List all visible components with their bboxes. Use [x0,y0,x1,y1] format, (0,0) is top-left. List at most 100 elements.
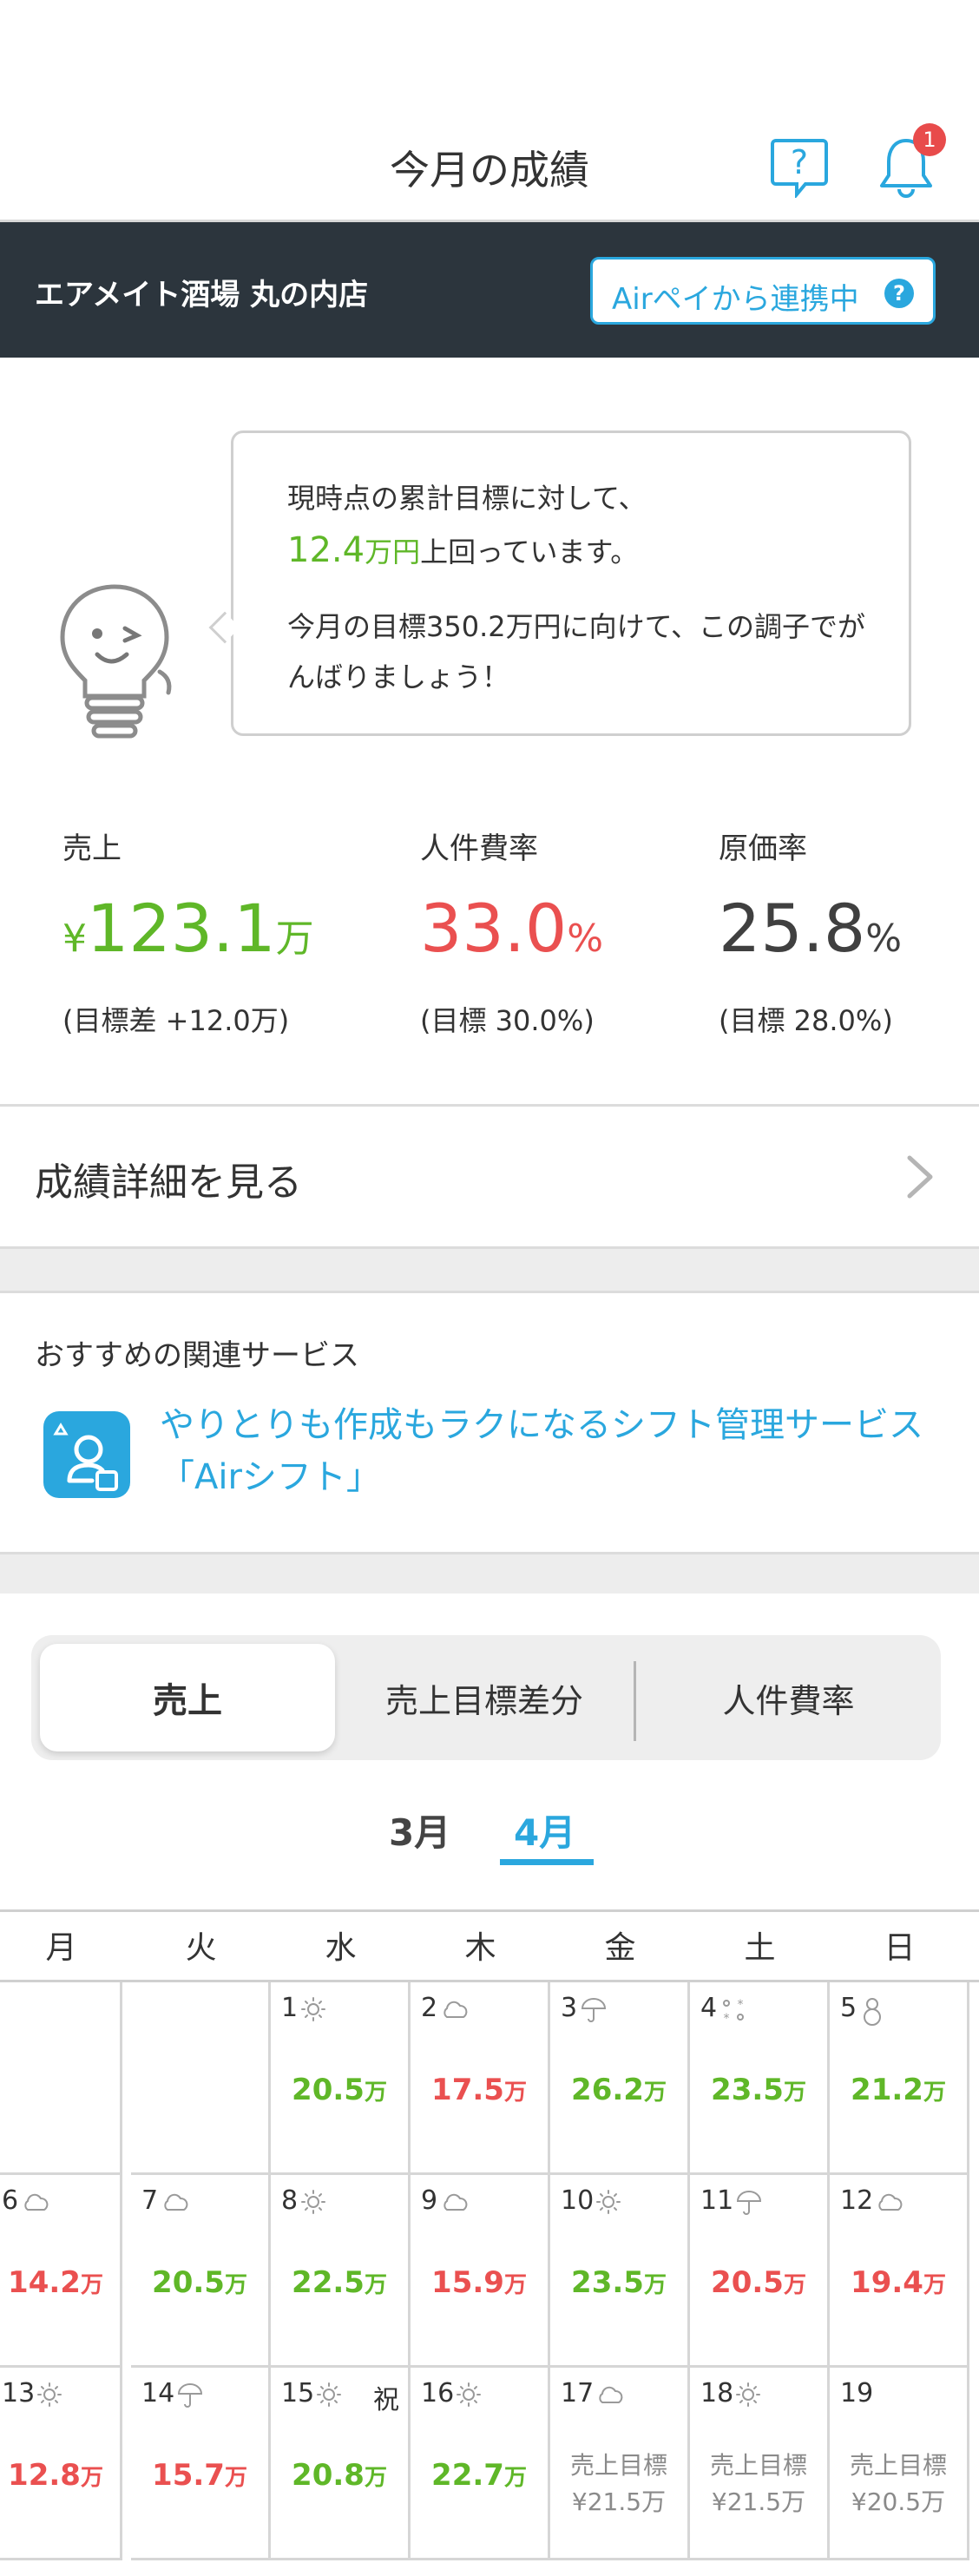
cloudy-weather-icon [875,2189,903,2215]
cost-rate-unit: % [865,917,903,961]
calendar-day-cell[interactable]: 8 22.5万 [271,2175,411,2368]
calendar-day-cell[interactable]: 13 12.8万 [0,2368,122,2560]
calendar-day-cell[interactable]: 16 22.7万 [411,2368,550,2560]
month-tab-march[interactable]: 3月 [389,1804,450,1856]
segment-labor-cost[interactable]: 人件費率 [636,1635,941,1760]
svg-text:?: ? [791,143,808,181]
lightbulb-mascot-icon [54,582,175,746]
daily-sales-unit: 万 [503,2272,527,2298]
calendar-day-cell[interactable]: 14 15.7万 [131,2368,271,2560]
cost-rate-label: 原価率 [719,831,807,866]
calendar-day-cell[interactable]: 5 21.2万 [830,1982,969,2175]
daily-sales-number: 17.5 [431,2073,504,2107]
segment-sales[interactable]: 売上 [40,1644,335,1751]
daily-sales-unit: 万 [224,2465,247,2491]
daily-sales-number: 19.4 [851,2265,923,2300]
daily-sales-value: 26.2万 [550,2073,687,2107]
calendar-day-cell[interactable]: 7 20.5万 [131,2175,271,2368]
daily-sales-number: 22.5 [292,2265,365,2300]
daily-sales-unit: 万 [364,2465,387,2491]
calendar-day-cell[interactable]: 10 23.5万 [550,2175,690,2368]
segment-sales-target-diff[interactable]: 売上目標差分 [335,1635,634,1760]
daily-sales-value: 20.5万 [131,2265,268,2300]
sales-target-diff: (目標差 +12.0万) [62,1004,290,1037]
daily-sales-value: 22.5万 [271,2265,408,2300]
calendar-day-number: 10 [561,2185,595,2216]
daily-sales-value: 20.5万 [690,2265,827,2300]
daily-sales-number: 20.8 [292,2458,365,2493]
daily-sales-unit: 万 [80,2465,103,2491]
calendar-day-cell[interactable]: 19 売上目標 ¥20.5万 [830,2368,969,2560]
calendar-day-cell[interactable]: 4 * * 23.5万 [690,1982,830,2175]
calendar-day-cell[interactable]: 6 14.2万 [0,2175,122,2368]
calendar-weekday-header: 月 火 水 木 金 土 日 [0,1909,979,1982]
daily-target-label: 売上目標 [849,2451,947,2480]
daily-sales-number: 20.5 [292,2073,365,2107]
sunny-weather-icon [595,2189,621,2215]
labor-cost-metric: 人件費率 33.0% (目標 30.0%) [420,825,603,1039]
question-icon: ? [884,279,914,308]
calendar-day-cell[interactable]: 17 売上目標 ¥21.5万 [550,2368,690,2560]
help-icon[interactable]: ? [771,137,828,200]
cost-rate-number: 25.8 [719,890,866,967]
section-separator [0,1246,979,1293]
calendar-day-cell[interactable]: 11 20.5万 [690,2175,830,2368]
calendar-day-cell[interactable]: 3 26.2万 [550,1982,690,2175]
sunny-weather-icon [316,2382,342,2408]
calendar-day-cell[interactable]: 15 祝 20.8万 [271,2368,411,2560]
recommended-services-title: おすすめの関連サービス [35,1338,359,1373]
airshift-link[interactable]: やりとりも作成もラクになるシフト管理サービス「Airシフト」 [160,1399,949,1503]
daily-sales-unit: 万 [224,2272,247,2298]
weekday-sun: 日 [884,1930,916,1966]
labor-cost-label: 人件費率 [420,831,538,866]
daily-sales-unit: 万 [643,2080,667,2106]
calendar-day-cell[interactable]: 18 売上目標 ¥21.5万 [690,2368,830,2560]
weekday-thu: 木 [464,1930,496,1966]
rain-weather-icon [580,1996,607,2022]
daily-sales-number: 15.7 [152,2458,225,2493]
calendar-day-number: 4 [700,1993,718,2023]
store-name: エアメイト酒場 丸の内店 [35,278,369,312]
message-line-3: 今月の目標350.2万円に向けて、この調子でがんばりましょう！ [287,610,866,693]
airpay-link-button[interactable]: Airペイから連携中 ? [590,257,936,325]
daily-sales-value: 20.5万 [271,2073,408,2107]
daily-sales-number: 12.8 [8,2458,81,2493]
calendar-day-number: 12 [840,2185,874,2216]
shift-app-icon[interactable] [43,1411,130,1498]
sales-number: 123.1 [87,890,276,967]
chevron-right-icon [901,1154,939,1199]
calendar-day-cell[interactable]: 1 20.5万 [271,1982,411,2175]
cloudy-weather-icon [161,2189,188,2215]
calendar-day-number: 5 [840,1993,857,2023]
daily-sales-number: 20.5 [152,2265,225,2300]
results-detail-label: 成績詳細を見る [35,1160,302,1205]
calendar-day-cell[interactable]: 2 17.5万 [411,1982,550,2175]
daily-sales-number: 20.5 [711,2265,784,2300]
calendar-day-number: 18 [700,2378,734,2408]
daily-sales-unit: 万 [503,2080,527,2106]
daily-sales-unit: 万 [923,2272,946,2298]
section-separator [0,1552,979,1594]
month-tab-april[interactable]: 4月 [514,1804,575,1856]
weekday-tue: 火 [185,1930,217,1966]
calendar-day-cell[interactable]: 12 19.4万 [830,2175,969,2368]
airpay-link-label: Airペイから連携中 [612,282,859,317]
message-line-1: 現時点の累計目標に対して、 [287,482,647,515]
calendar-day-cell[interactable]: 9 15.9万 [411,2175,550,2368]
labor-cost-unit: % [567,917,604,961]
daily-sales-value: 23.5万 [690,2073,827,2107]
daily-sales-number: 15.9 [431,2265,504,2300]
sales-label: 売上 [62,831,122,866]
calendar-day-number: 2 [421,1993,438,2023]
calendar-day-number: 17 [561,2378,595,2408]
calendar-day-number: 13 [2,2378,36,2408]
calendar-day-number: 1 [281,1993,299,2023]
labor-cost-target: (目標 30.0%) [420,1004,595,1037]
results-detail-link[interactable]: 成績詳細を見る [0,1107,979,1246]
cost-rate-target: (目標 28.0%) [719,1004,893,1037]
daily-sales-value: 21.2万 [830,2073,967,2107]
daily-sales-unit: 万 [643,2272,667,2298]
sales-calendar: 月 火 水 木 金 土 日 1 20.5万 2 17.5万 3 26.2万 4 * * 23.5万… [0,1909,979,2576]
svg-text:*: * [724,2012,730,2024]
daily-sales-value: 12.8万 [0,2458,120,2493]
